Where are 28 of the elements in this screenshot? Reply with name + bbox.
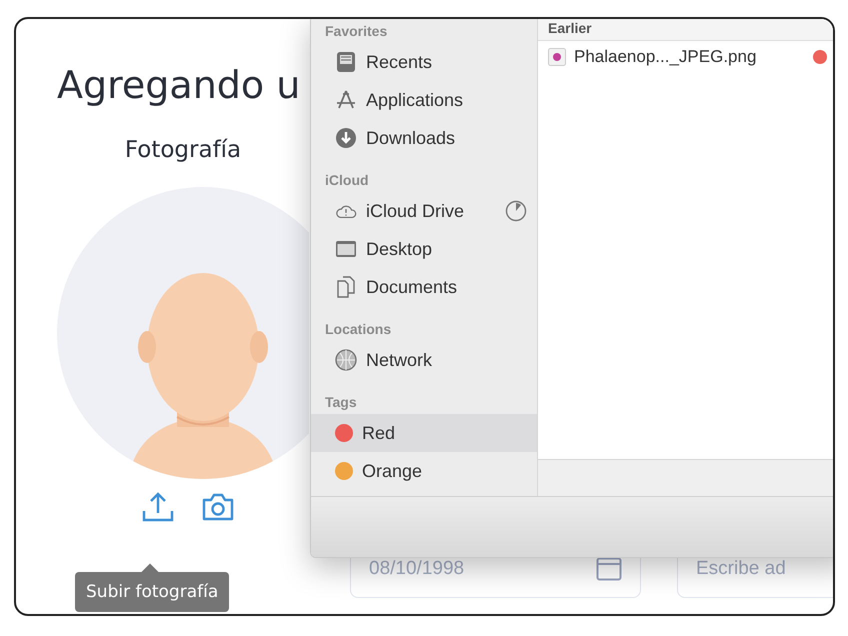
calendar-icon[interactable]: [596, 557, 622, 581]
page-heading: Agregando u: [57, 62, 300, 109]
download-icon: [335, 127, 357, 149]
file-row[interactable]: Phalaenop..._JPEG.png: [538, 41, 833, 73]
compass-icon: [335, 89, 357, 111]
sidebar-item[interactable]: Desktop: [311, 230, 537, 268]
documents-icon: [335, 276, 357, 298]
sidebar-item[interactable]: Network: [311, 341, 537, 379]
sidebar-item[interactable]: Applications: [311, 81, 537, 119]
sidebar-item[interactable]: Downloads: [311, 119, 537, 157]
tooltip: Subir fotografía: [75, 572, 230, 612]
sidebar-item[interactable]: Orange: [311, 452, 537, 490]
progress-icon: [505, 200, 527, 222]
upload-icon[interactable]: [141, 491, 175, 523]
sidebar-item[interactable]: Red: [311, 414, 537, 452]
list-header: Earlier: [538, 19, 833, 41]
sidebar-heading: Locations: [324, 320, 392, 339]
desktop-icon: [335, 238, 357, 260]
sidebar-item[interactable]: iCloud Drive: [311, 192, 537, 230]
globe-icon: [335, 349, 357, 371]
photo-label: Fotografía: [124, 137, 242, 163]
camera-icon[interactable]: [201, 491, 235, 523]
sidebar-item[interactable]: Documents: [311, 268, 537, 306]
tray-icon: [335, 51, 357, 73]
sidebar-heading: Tags: [324, 393, 358, 412]
sidebar-heading: Favorites: [324, 22, 388, 41]
sidebar-item[interactable]: Recents: [311, 43, 537, 81]
sidebar-heading: iCloud: [324, 171, 370, 190]
